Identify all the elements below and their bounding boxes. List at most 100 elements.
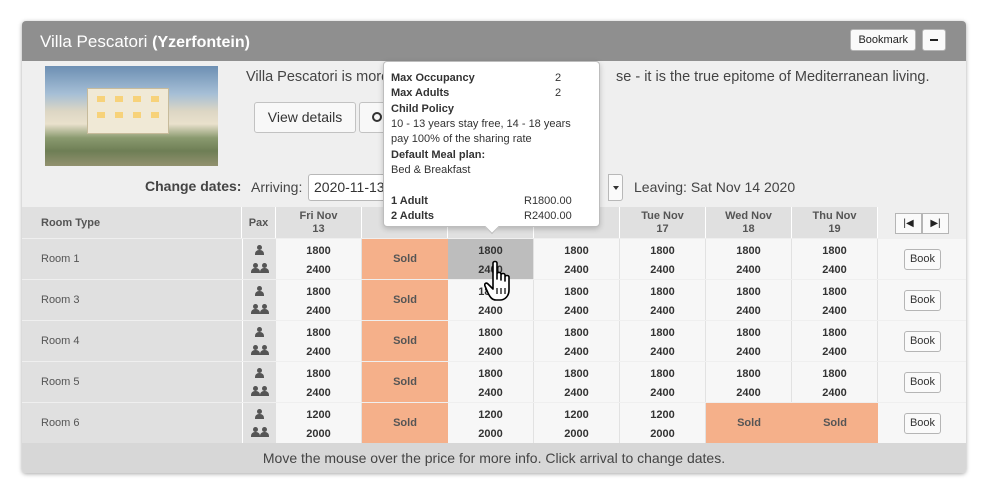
view-details-button[interactable]: View details bbox=[254, 102, 356, 133]
price-cell[interactable]: 1800 2400 bbox=[448, 321, 534, 361]
previous-week-button[interactable]: |◀ bbox=[895, 213, 922, 234]
price-cell[interactable]: 1800 2400 bbox=[620, 321, 706, 361]
price-one-adult: 1800 bbox=[650, 368, 675, 380]
day-header-weekday: Tue Nov bbox=[641, 210, 684, 222]
arriving-date-input[interactable]: 2020-11-13 bbox=[308, 174, 388, 201]
room-name-label: Room 6 bbox=[41, 417, 80, 429]
price-cell[interactable]: 1800 2400 bbox=[534, 239, 620, 279]
rate-tooltip: Max Occupancy 2 Max Adults 2 Child Polic… bbox=[383, 61, 600, 235]
price-two-adults: 2400 bbox=[822, 305, 847, 317]
price-cell[interactable]: 1800 2400 bbox=[620, 239, 706, 279]
price-two-adults: 2000 bbox=[650, 428, 675, 440]
price-two-adults: 2400 bbox=[478, 305, 503, 317]
max-adults-label: Max Adults bbox=[391, 87, 450, 99]
book-cell: Book bbox=[878, 280, 966, 320]
price-cell[interactable]: 1800 2400 bbox=[534, 321, 620, 361]
price-cell[interactable]: 1200 2000 bbox=[534, 403, 620, 443]
photo-house bbox=[87, 88, 169, 134]
price-cell[interactable]: 1800 2400 bbox=[792, 362, 878, 402]
price-cell[interactable]: 1200 2000 bbox=[276, 403, 362, 443]
book-cell: Book bbox=[878, 403, 966, 443]
price-cell[interactable]: 1800 2400 bbox=[706, 280, 792, 320]
photo-window bbox=[97, 112, 105, 118]
next-week-button[interactable]: ▶| bbox=[922, 213, 949, 234]
single-person-icon bbox=[255, 286, 264, 296]
price-cell[interactable]: 1800 2400 bbox=[276, 362, 362, 402]
sold-label: Sold bbox=[823, 417, 847, 429]
day-header[interactable]: Fri Nov 13 bbox=[276, 207, 362, 238]
day-header-date: 18 bbox=[742, 223, 755, 235]
price-one-adult: 1200 bbox=[564, 409, 589, 421]
two-persons-icon bbox=[251, 345, 260, 355]
photo-window bbox=[133, 96, 141, 102]
price-one-adult: 1200 bbox=[478, 409, 503, 421]
property-photo[interactable] bbox=[45, 66, 218, 166]
max-adults-value: 2 bbox=[555, 87, 562, 99]
room-name: Room 1 bbox=[22, 239, 242, 279]
book-button[interactable]: Book bbox=[904, 413, 941, 434]
pax-cell bbox=[242, 403, 276, 443]
day-header-weekday: Wed Nov bbox=[725, 210, 772, 222]
two-persons-icon bbox=[260, 263, 269, 273]
meal-plan-value: Bed & Breakfast bbox=[391, 164, 471, 176]
sold-cell: Sold bbox=[706, 403, 792, 443]
price-two-adults: 2400 bbox=[822, 346, 847, 358]
price-one-adult: 1800 bbox=[564, 327, 589, 339]
day-header[interactable]: Tue Nov 17 bbox=[620, 207, 706, 238]
price-cell[interactable]: 1800 2400 bbox=[534, 362, 620, 402]
book-cell: Book bbox=[878, 239, 966, 279]
book-button[interactable]: Book bbox=[904, 249, 941, 270]
two-persons-icon bbox=[251, 304, 260, 314]
sold-label: Sold bbox=[393, 253, 417, 265]
day-header-date: 19 bbox=[828, 223, 841, 235]
book-button[interactable]: Book bbox=[904, 372, 941, 393]
price-cell[interactable]: 1800 2400 bbox=[620, 280, 706, 320]
footer-hint: Move the mouse over the price for more i… bbox=[22, 443, 966, 473]
price-two-adults: 2400 bbox=[564, 305, 589, 317]
two-persons-icon bbox=[260, 427, 269, 437]
price-cell[interactable]: 1800 2400 bbox=[706, 362, 792, 402]
price-two-adults: 2400 bbox=[306, 305, 331, 317]
day-header-weekday: Fri Nov bbox=[299, 210, 338, 222]
two-persons-icon bbox=[260, 386, 269, 396]
room-name-label: Room 1 bbox=[41, 253, 80, 265]
leaving-date: Leaving: Sat Nov 14 2020 bbox=[634, 179, 796, 195]
change-dates-label: Change dates: bbox=[145, 178, 242, 194]
book-button[interactable]: Book bbox=[904, 290, 941, 311]
two-persons-icon bbox=[260, 304, 269, 314]
price-two-adults: 2400 bbox=[564, 264, 589, 276]
price-cell[interactable]: 1800 2400 bbox=[792, 321, 878, 361]
price-cell[interactable]: 1800 2400 bbox=[792, 280, 878, 320]
day-header[interactable]: Thu Nov 19 bbox=[792, 207, 878, 238]
arriving-dropdown-button[interactable] bbox=[608, 174, 623, 201]
price-cell[interactable]: 1800 2400 bbox=[276, 239, 362, 279]
price-cell[interactable]: 1800 2400 bbox=[534, 280, 620, 320]
max-occupancy-value: 2 bbox=[555, 72, 562, 84]
photo-window bbox=[115, 112, 123, 118]
price-two-adults: 2400 bbox=[306, 387, 331, 399]
room-name: Room 4 bbox=[22, 321, 242, 361]
day-header-weekday: Thu Nov bbox=[812, 210, 857, 222]
price-cell[interactable]: 1800 2400 bbox=[706, 239, 792, 279]
book-cell: Book bbox=[878, 362, 966, 402]
price-cell[interactable]: 1200 2000 bbox=[448, 403, 534, 443]
price-cell[interactable]: 1200 2000 bbox=[620, 403, 706, 443]
price-cell[interactable]: 1800 2400 bbox=[792, 239, 878, 279]
arriving-label: Arriving: bbox=[251, 179, 303, 195]
bookmark-button[interactable]: Bookmark bbox=[850, 29, 916, 51]
price-cell[interactable]: 1800 2400 bbox=[706, 321, 792, 361]
price-one-adult: 1800 bbox=[564, 245, 589, 257]
sold-cell: Sold bbox=[792, 403, 878, 443]
price-one-adult: 1800 bbox=[306, 327, 331, 339]
minimize-button[interactable] bbox=[922, 29, 946, 51]
price-cell[interactable]: 1800 2400 bbox=[276, 321, 362, 361]
price-two-adults: 2400 bbox=[736, 387, 761, 399]
price-cell[interactable]: 1800 2400 bbox=[276, 280, 362, 320]
price-cell[interactable]: 1800 2400 bbox=[448, 362, 534, 402]
room-name-label: Room 4 bbox=[41, 335, 80, 347]
book-button[interactable]: Book bbox=[904, 331, 941, 352]
price-two-adults: 2400 bbox=[650, 305, 675, 317]
sold-label: Sold bbox=[393, 294, 417, 306]
price-cell[interactable]: 1800 2400 bbox=[620, 362, 706, 402]
day-header[interactable]: Wed Nov 18 bbox=[706, 207, 792, 238]
